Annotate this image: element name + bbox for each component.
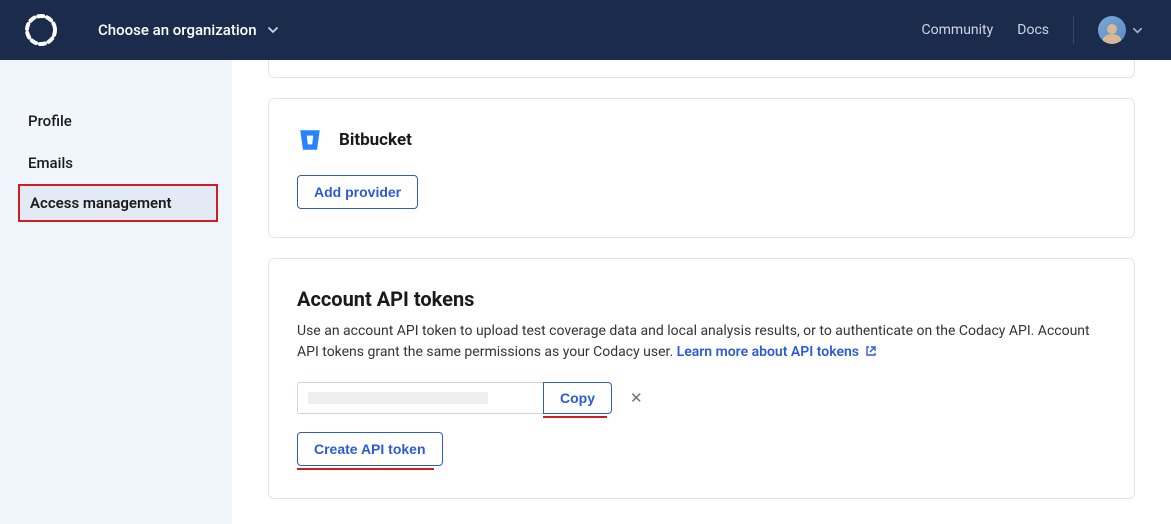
external-link-icon [865,343,877,364]
community-link[interactable]: Community [922,22,994,38]
avatar [1098,16,1126,44]
provider-name: Bitbucket [339,130,412,150]
highlight-underline [297,468,434,470]
header-right: Community Docs [922,16,1143,44]
copy-button[interactable]: Copy [543,382,612,414]
codacy-logo[interactable] [24,13,58,47]
create-api-token-button[interactable]: Create API token [297,432,443,466]
docs-link[interactable]: Docs [1017,22,1049,38]
main-area: Profile Emails Access management Bitbuck… [0,60,1171,524]
chevron-down-icon [267,24,279,36]
logo-icon [24,13,58,47]
api-tokens-title: Account API tokens [297,287,1106,311]
top-header: Choose an organization Community Docs [0,0,1171,60]
org-selector-label: Choose an organization [98,21,257,39]
api-tokens-card: Account API tokens Use an account API to… [268,258,1135,499]
highlight-underline [543,416,607,418]
token-input-group: Copy [297,382,612,414]
provider-card-bitbucket: Bitbucket Add provider [268,98,1135,238]
header-divider [1073,16,1074,44]
add-provider-button[interactable]: Add provider [297,175,418,209]
sidebar-item-emails[interactable]: Emails [0,142,232,184]
learn-more-link[interactable]: Learn more about API tokens [677,344,877,360]
sidebar-item-label: Emails [28,154,73,172]
header-left: Choose an organization [24,13,279,47]
chevron-down-icon [1132,25,1143,36]
token-row: Copy ✕ [297,382,1106,414]
token-value-field[interactable] [297,382,543,414]
org-selector[interactable]: Choose an organization [98,21,279,39]
api-tokens-description: Use an account API token to upload test … [297,321,1106,364]
sidebar-item-label: Access management [30,194,172,212]
sidebar-item-access-management[interactable]: Access management [18,184,218,222]
previous-card-edge [268,60,1135,78]
user-menu[interactable] [1098,16,1143,44]
sidebar-item-profile[interactable]: Profile [0,100,232,142]
sidebar-item-label: Profile [28,112,72,130]
content: Bitbucket Add provider Account API token… [232,60,1171,524]
provider-row: Bitbucket [297,127,1106,153]
sidebar: Profile Emails Access management [0,60,232,524]
bitbucket-icon [297,127,323,153]
delete-token-button[interactable]: ✕ [626,389,647,407]
